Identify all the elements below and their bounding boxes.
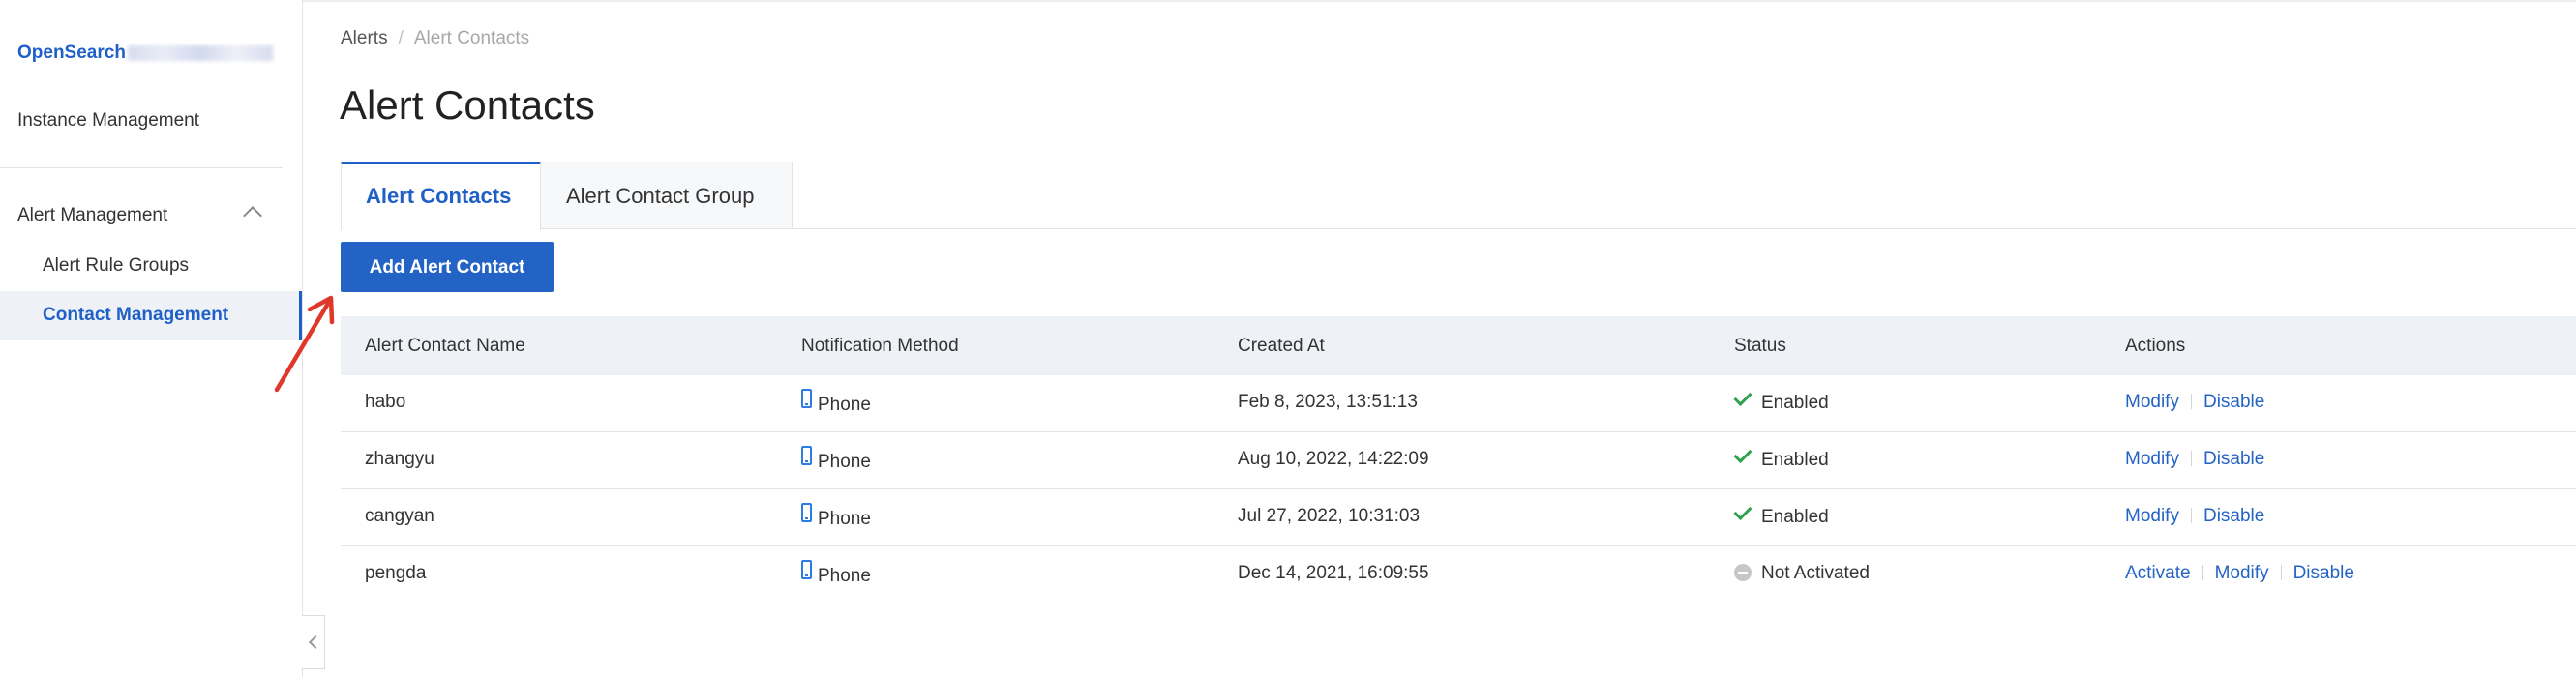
- disable-link[interactable]: Disable: [2203, 392, 2264, 412]
- check-icon: [1733, 501, 1752, 521]
- status-label: Not Activated: [1761, 563, 1870, 583]
- annotation-arrow-icon: [274, 295, 335, 393]
- status: Enabled: [1733, 387, 1829, 414]
- contact-name: habo: [365, 392, 406, 412]
- check-icon: [1733, 444, 1752, 464]
- tab-label: Alert Contact Group: [566, 184, 755, 208]
- status-label: Enabled: [1761, 507, 1829, 527]
- contact-name: pengda: [365, 563, 427, 583]
- action-separator: [2202, 565, 2203, 580]
- phone-icon: [801, 389, 812, 408]
- modify-link[interactable]: Modify: [2125, 506, 2179, 526]
- sidebar-collapse-button[interactable]: [302, 615, 325, 669]
- disable-link[interactable]: Disable: [2293, 563, 2354, 583]
- created-at: Feb 8, 2023, 13:51:13: [1238, 392, 1418, 412]
- tab-alert-contacts[interactable]: Alert Contacts: [341, 162, 541, 230]
- sidebar-item-instance-management[interactable]: Instance Management: [17, 110, 199, 132]
- product-name[interactable]: OpenSearch: [17, 43, 300, 64]
- chevron-up-icon[interactable]: [243, 206, 262, 225]
- modify-link[interactable]: Modify: [2215, 563, 2269, 583]
- sidebar-item-alert-rule-groups[interactable]: Alert Rule Groups: [43, 255, 189, 277]
- phone-icon: [801, 446, 812, 465]
- minus-circle-icon: [1734, 564, 1752, 581]
- contact-name: zhangyu: [365, 449, 434, 469]
- table-row: cangyan Phone Jul 27, 2022, 10:31:03 Ena…: [341, 489, 2576, 546]
- action-separator: [2190, 394, 2192, 409]
- table-header: Alert Contact Name Notification Method C…: [341, 316, 2576, 375]
- row-actions: Activate Modify Disable: [2125, 563, 2354, 584]
- method-label: Phone: [818, 452, 871, 472]
- method-label: Phone: [818, 395, 871, 415]
- created-at: Aug 10, 2022, 14:22:09: [1238, 449, 1429, 469]
- check-icon: [1733, 387, 1752, 407]
- contact-name: cangyan: [365, 506, 434, 526]
- tab-label: Alert Contacts: [366, 184, 512, 208]
- status: Enabled: [1733, 444, 1829, 471]
- sidebar-item-contact-management[interactable]: Contact Management: [0, 291, 302, 340]
- notification-method: Phone: [801, 446, 871, 473]
- sidebar-divider: [0, 167, 283, 168]
- column-header-status: Status: [1734, 336, 1786, 356]
- breadcrumb-alerts[interactable]: Alerts: [341, 28, 388, 48]
- status-label: Enabled: [1761, 450, 1829, 470]
- action-separator: [2190, 451, 2192, 466]
- action-separator: [2190, 508, 2192, 523]
- activate-link[interactable]: Activate: [2125, 563, 2191, 583]
- table-row: habo Phone Feb 8, 2023, 13:51:13 Enabled…: [341, 375, 2576, 432]
- notification-method: Phone: [801, 560, 871, 587]
- status-label: Enabled: [1761, 393, 1829, 413]
- row-actions: Modify Disable: [2125, 506, 2264, 527]
- sidebar-item-alert-management[interactable]: Alert Management: [17, 205, 167, 226]
- tab-alert-contact-group[interactable]: Alert Contact Group: [541, 162, 793, 229]
- breadcrumb-separator: /: [398, 28, 404, 48]
- phone-icon: [801, 560, 812, 579]
- page-title: Alert Contacts: [340, 82, 595, 128]
- status: Enabled: [1733, 501, 1829, 528]
- product-name-text: OpenSearch: [17, 43, 126, 63]
- method-label: Phone: [818, 566, 871, 586]
- column-header-actions: Actions: [2125, 336, 2186, 356]
- notification-method: Phone: [801, 503, 871, 530]
- phone-icon: [801, 503, 812, 522]
- breadcrumb-current: Alert Contacts: [413, 28, 530, 48]
- method-label: Phone: [818, 509, 871, 529]
- status: Not Activated: [1734, 563, 1870, 584]
- row-actions: Modify Disable: [2125, 449, 2264, 470]
- created-at: Dec 14, 2021, 16:09:55: [1238, 563, 1429, 583]
- action-separator: [2280, 565, 2282, 580]
- sidebar: OpenSearch Instance Management Alert Man…: [0, 0, 303, 677]
- row-actions: Modify Disable: [2125, 392, 2264, 413]
- modify-link[interactable]: Modify: [2125, 392, 2179, 412]
- top-accent-bar: [0, 0, 2576, 3]
- notification-method: Phone: [801, 389, 871, 416]
- redacted-product-suffix: [127, 44, 273, 61]
- table-row: zhangyu Phone Aug 10, 2022, 14:22:09 Ena…: [341, 432, 2576, 489]
- column-header-name: Alert Contact Name: [365, 336, 525, 356]
- created-at: Jul 27, 2022, 10:31:03: [1238, 506, 1421, 526]
- disable-link[interactable]: Disable: [2203, 449, 2264, 469]
- column-header-created: Created At: [1238, 336, 1325, 356]
- add-alert-contact-button[interactable]: Add Alert Contact: [341, 242, 554, 292]
- breadcrumb: Alerts / Alert Contacts: [341, 28, 529, 49]
- modify-link[interactable]: Modify: [2125, 449, 2179, 469]
- column-header-method: Notification Method: [801, 336, 959, 356]
- table-row: pengda Phone Dec 14, 2021, 16:09:55 Not …: [341, 546, 2576, 603]
- sidebar-item-label: Contact Management: [43, 305, 229, 325]
- disable-link[interactable]: Disable: [2203, 506, 2264, 526]
